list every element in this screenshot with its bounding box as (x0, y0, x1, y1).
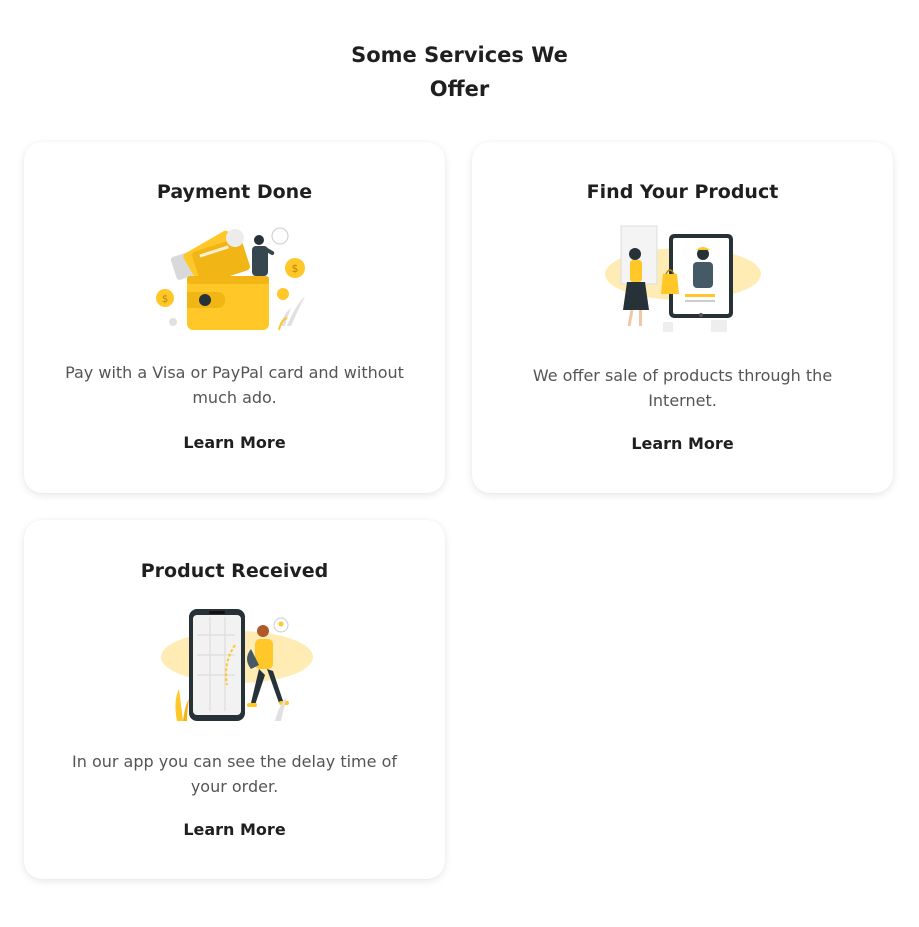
card-title: Product Received (140, 560, 329, 582)
card-title: Find Your Product (586, 181, 779, 203)
svg-text:$: $ (291, 262, 298, 275)
card-description: In our app you can see the delay time of… (72, 752, 397, 796)
card-description: We offer sale of products through the In… (532, 366, 833, 410)
learn-more-link[interactable]: Learn More (472, 434, 893, 453)
svg-text:$: $ (161, 294, 167, 305)
section-title-line-2: Offer (429, 77, 490, 101)
card-title: Payment Done (156, 181, 313, 203)
section-title: Some Services We Offer (0, 38, 919, 106)
service-card-find-product: Find Your Product We offer sale of produ… (472, 142, 893, 493)
learn-more-link[interactable]: Learn More (24, 820, 445, 839)
service-card-payment: Payment Done $ $ Pay with a Visa or PayP… (24, 142, 445, 493)
learn-more-link[interactable]: Learn More (24, 433, 445, 452)
delivery-tracking-icon (160, 609, 313, 721)
service-card-product-received: Product Received In our app you can see … (24, 520, 445, 879)
wallet-payment-icon: $ $ (155, 227, 305, 331)
section-title-line-1: Some Services We (351, 43, 568, 67)
online-shopping-icon (604, 225, 761, 332)
card-description: Pay with a Visa or PayPal card and witho… (65, 363, 404, 407)
